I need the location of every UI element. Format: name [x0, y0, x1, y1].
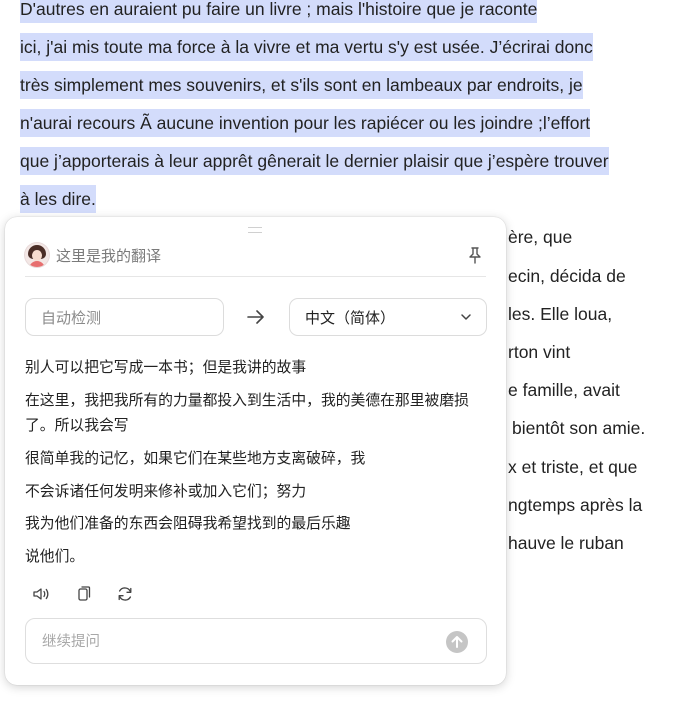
doc-line: e famille, avait: [508, 380, 620, 400]
target-language-label: 中文（简体）: [305, 308, 396, 327]
doc-line: ère, que: [508, 227, 573, 247]
doc-line: D'autres en auraient pu faire un livre ;…: [20, 0, 538, 28]
doc-line: hauve le ruban: [508, 533, 624, 553]
translation-line: 在这里，我把我所有的力量都投入到生活中，我的美德在那里被磨损了。所以我会写: [25, 392, 469, 434]
doc-line: rton vint: [508, 342, 571, 362]
doc-line: n'aurai recours Ã aucune invention pour …: [20, 104, 591, 142]
followup-box: [25, 618, 487, 664]
doc-line: ecin, décida de: [508, 266, 626, 286]
drag-handle[interactable]: [248, 227, 262, 233]
speaker-icon[interactable]: [32, 585, 50, 603]
doc-line: ici, j'ai mis toute ma force à la vivre …: [20, 28, 593, 66]
doc-line: les. Elle loua,: [508, 304, 613, 324]
translation-line: 很简单我的记忆，如果它们在某些地方支离破碎，我: [25, 450, 366, 467]
doc-line: bientôt son amie.: [512, 418, 646, 438]
popup-header: 这里是我的翻译: [25, 234, 486, 276]
followup-input[interactable]: [40, 629, 434, 655]
translation-line: 不会诉诸任何发明来修补或加入它们；努力: [25, 483, 307, 500]
arrow-right-icon: [247, 310, 264, 324]
translation-line: 说他们。: [25, 548, 85, 565]
send-up-arrow-icon: [451, 636, 463, 648]
translation-line: 我为他们准备的东西会阻碍我希望找到的最后乐趣: [25, 515, 351, 532]
translation-popup: 这里是我的翻译 自动检测 中文（简体） 别人可以把它写成一本书；但是我讲的故事 …: [5, 217, 506, 685]
doc-line: très simplement mes souvenirs, et s'ils …: [20, 66, 583, 104]
doc-line: x et triste, et que: [508, 457, 638, 477]
popup-title: 这里是我的翻译: [56, 246, 162, 265]
action-bar: [32, 585, 158, 603]
translation-line: 别人可以把它写成一本书；但是我讲的故事: [25, 359, 307, 376]
doc-line: que j’apporterais à leur apprêt gênerait…: [20, 142, 609, 180]
pin-icon[interactable]: [466, 246, 484, 264]
target-language-select[interactable]: 中文（简体）: [289, 298, 487, 336]
chevron-down-icon: [461, 314, 471, 320]
header-divider: [25, 276, 486, 277]
source-language-select[interactable]: 自动检测: [25, 298, 224, 336]
refresh-icon[interactable]: [116, 585, 134, 603]
avatar-icon: [25, 243, 49, 267]
copy-icon[interactable]: [74, 585, 92, 603]
doc-line: à les dire.: [20, 180, 96, 218]
source-language-label: 自动检测: [41, 308, 102, 327]
send-button[interactable]: [446, 631, 468, 653]
doc-line: ngtemps après la: [508, 495, 643, 515]
